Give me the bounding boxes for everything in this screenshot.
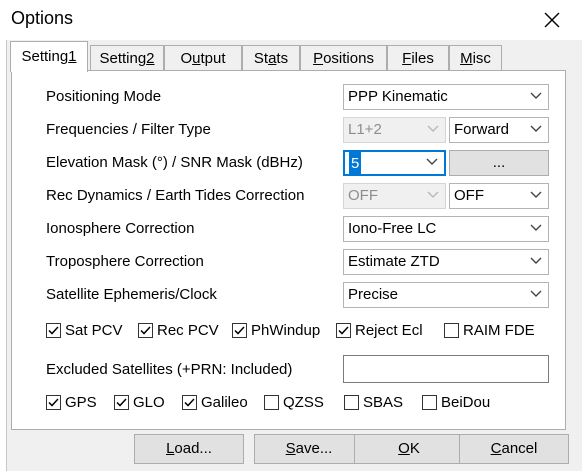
checkmark-icon [48, 397, 59, 407]
chevron-down-icon [427, 191, 439, 198]
ionosphere-select[interactable]: Iono-Free LC [343, 216, 549, 242]
galileo-checkbox[interactable]: Galileo [182, 392, 248, 412]
checkbox-box [46, 394, 61, 410]
ionosphere-label: Ionosphere Correction [46, 220, 195, 237]
checkmark-icon [338, 325, 349, 335]
sat-pcv-checkbox[interactable]: Sat PCV [46, 320, 123, 340]
rec-dynamics-label: Rec Dynamics / Earth Tides Correction [46, 187, 305, 204]
qzss-checkbox[interactable]: QZSS [264, 392, 324, 412]
chevron-down-icon [427, 125, 439, 132]
tab-misc[interactable]: Misc [449, 45, 502, 70]
ephemeris-label: Satellite Ephemeris/Clock [46, 286, 217, 303]
positioning-mode-label: Positioning Mode [46, 88, 162, 105]
tab-positions[interactable]: Positions [300, 45, 387, 70]
save-button[interactable]: Save... [254, 434, 364, 464]
tab-setting1[interactable]: Setting1 [10, 41, 88, 72]
checkbox-box [182, 394, 197, 410]
checkbox-box [444, 322, 459, 338]
rec-pcv-checkbox[interactable]: Rec PCV [138, 320, 219, 340]
ok-button[interactable]: OK [354, 434, 464, 464]
frequencies-select[interactable]: L1+2 [343, 117, 446, 143]
checkbox-box [232, 322, 247, 338]
troposphere-select[interactable]: Estimate ZTD [343, 249, 549, 275]
excluded-satellites-input[interactable] [343, 355, 549, 383]
checkmark-icon [184, 397, 195, 407]
load-button[interactable]: Load... [134, 434, 244, 464]
earth-tides-select[interactable]: OFF [449, 183, 549, 209]
checkmark-icon [140, 325, 151, 335]
filter-type-select[interactable]: Forward [449, 117, 549, 143]
cancel-button[interactable]: Cancel [459, 434, 569, 464]
tab-setting2[interactable]: Setting2 [90, 45, 164, 70]
checkmark-icon [234, 325, 245, 335]
checkmark-icon [116, 397, 127, 407]
checkmark-icon [48, 325, 59, 335]
frequencies-label: Frequencies / Filter Type [46, 121, 211, 138]
reject-ecl-checkbox[interactable]: Reject Ecl [336, 320, 423, 340]
elevation-mask-select[interactable]: 5 [343, 150, 446, 176]
gps-checkbox[interactable]: GPS [46, 392, 97, 412]
checkbox-box [114, 394, 129, 410]
checkbox-box [422, 394, 437, 410]
beidou-checkbox[interactable]: BeiDou [422, 392, 490, 412]
checkbox-box [344, 394, 359, 410]
close-icon[interactable] [536, 6, 566, 34]
title-bar: Options [0, 0, 582, 40]
chevron-down-icon [530, 191, 542, 198]
tab-files[interactable]: Files [387, 45, 449, 70]
window-title: Options [11, 8, 74, 28]
rec-dynamics-select[interactable]: OFF [343, 183, 446, 209]
chevron-down-icon [530, 224, 542, 231]
raim-fde-checkbox[interactable]: RAIM FDE [444, 320, 535, 340]
tab-output[interactable]: Output [164, 45, 242, 70]
sbas-checkbox[interactable]: SBAS [344, 392, 403, 412]
chevron-down-icon [426, 158, 438, 165]
excluded-satellites-label: Excluded Satellites (+PRN: Included) [46, 361, 293, 378]
glo-checkbox[interactable]: GLO [114, 392, 165, 412]
chevron-down-icon [530, 92, 542, 99]
phwindup-checkbox[interactable]: PhWindup [232, 320, 320, 340]
checkbox-box [336, 322, 351, 338]
positioning-mode-select[interactable]: PPP Kinematic [343, 84, 549, 110]
chevron-down-icon [530, 125, 542, 132]
troposphere-label: Troposphere Correction [46, 253, 204, 270]
ephemeris-select[interactable]: Precise [343, 282, 549, 308]
checkbox-box [46, 322, 61, 338]
snr-mask-button[interactable]: ... [449, 150, 549, 176]
chevron-down-icon [530, 257, 542, 264]
checkbox-box [264, 394, 279, 410]
tab-stats[interactable]: Stats [242, 45, 300, 70]
checkbox-box [138, 322, 153, 338]
chevron-down-icon [530, 290, 542, 297]
background-window-edge [0, 40, 7, 471]
elevation-mask-label: Elevation Mask (°) / SNR Mask (dBHz) [46, 154, 303, 171]
